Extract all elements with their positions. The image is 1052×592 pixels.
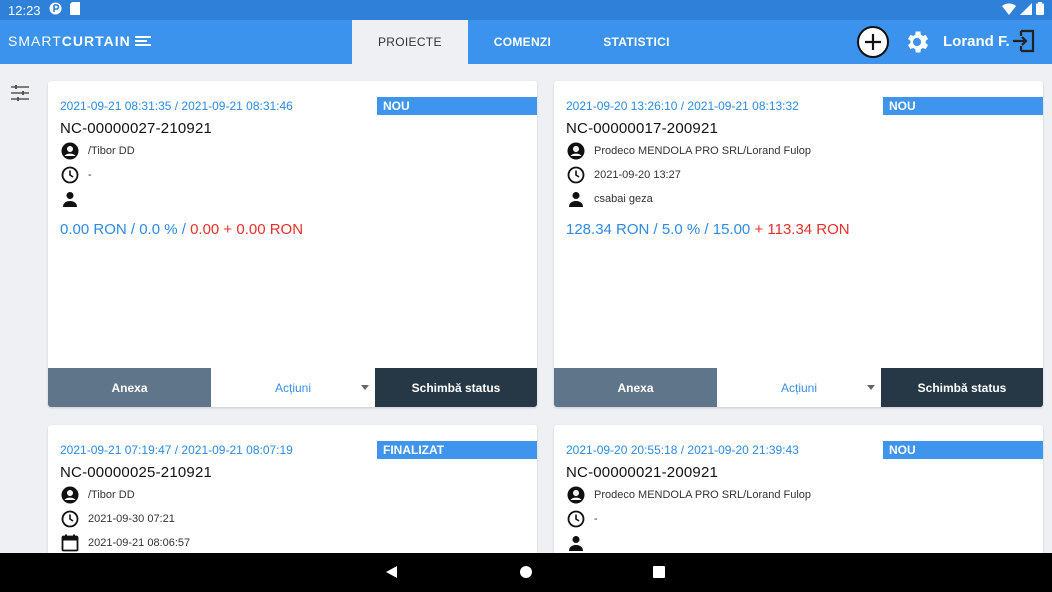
actiuni-dropdown[interactable]: Acțiuni <box>717 368 881 407</box>
add-button[interactable] <box>857 26 889 58</box>
calendar-value: 2021-09-21 08:06:57 <box>88 537 191 549</box>
person-icon <box>566 533 586 553</box>
time-row: - <box>566 509 598 529</box>
card-dates: 2021-09-21 07:19:47 / 2021-09-21 08:07:1… <box>60 443 293 457</box>
time-row: - <box>60 165 92 185</box>
calendar-icon <box>60 533 80 553</box>
time-row: 2021-09-30 07:21 <box>60 509 175 529</box>
project-card[interactable]: 2021-09-20 20:55:18 / 2021-09-20 21:39:4… <box>554 425 1043 565</box>
tab-comenzi[interactable]: COMENZI <box>468 20 577 64</box>
signal-icon <box>1020 2 1032 18</box>
clock-icon <box>60 165 80 185</box>
project-card[interactable]: 2021-09-20 13:26:10 / 2021-09-21 08:13:3… <box>554 81 1043 407</box>
status-badge: NOU <box>883 97 1043 115</box>
project-card[interactable]: 2021-09-21 07:19:47 / 2021-09-21 08:07:1… <box>48 425 537 565</box>
person-row <box>60 189 88 209</box>
tab-proiecte[interactable]: PROIECTE <box>352 20 468 64</box>
card-dates: 2021-09-20 20:55:18 / 2021-09-20 21:39:4… <box>566 443 799 457</box>
clock-icon <box>566 165 586 185</box>
account-circle-icon <box>60 141 80 161</box>
status-badge: FINALIZAT <box>377 441 537 459</box>
logo-bars-icon <box>134 36 151 46</box>
change-status-button[interactable]: Schimbă status <box>375 368 537 407</box>
logo-text-curtain: CURTAIN <box>61 33 131 49</box>
card-dates: 2021-09-20 13:26:10 / 2021-09-21 08:13:3… <box>566 99 799 113</box>
person-row <box>566 533 594 553</box>
client-row: Prodeco MENDOLA PRO SRL/Lorand Fulop <box>566 141 811 161</box>
account-circle-icon <box>566 485 586 505</box>
totals-extra: + 113.34 RON <box>750 221 850 238</box>
back-icon[interactable] <box>386 566 397 578</box>
logout-button[interactable] <box>1011 28 1037 54</box>
actiuni-label: Acțiuni <box>274 380 312 395</box>
card-totals: 128.34 RON / 5.0 % / 15.00 + 113.34 RON <box>566 221 850 238</box>
calendar-row: 2021-09-21 08:06:57 <box>60 533 190 553</box>
project-code: NC-00000021-200921 <box>566 464 719 481</box>
time-row: 2021-09-20 13:27 <box>566 165 681 185</box>
recent-apps-icon[interactable] <box>653 566 665 578</box>
time-value: - <box>88 169 92 181</box>
settings-button[interactable] <box>903 28 931 56</box>
totals-main: 128.34 RON / 5.0 % / 15.00 <box>566 221 751 238</box>
person-icon <box>566 189 586 209</box>
card-actions: Anexa Acțiuni Schimbă status <box>48 368 537 407</box>
card-dates: 2021-09-21 08:31:35 / 2021-09-21 08:31:4… <box>60 99 293 113</box>
app-logo: SMART CURTAIN <box>8 33 151 49</box>
client-name: /Tibor DD <box>88 489 135 501</box>
filter-button[interactable] <box>10 84 30 102</box>
dropdown-caret-icon <box>867 385 875 390</box>
project-card[interactable]: 2021-09-21 08:31:35 / 2021-09-21 08:31:4… <box>48 81 537 407</box>
user-name[interactable]: Lorand F. <box>943 33 1010 50</box>
tab-statistici[interactable]: STATISTICI <box>577 20 696 64</box>
person-name: csabai geza <box>594 193 653 205</box>
status-badge: NOU <box>377 97 537 115</box>
actiuni-label: Acțiuni <box>780 380 818 395</box>
time-value: 2021-09-30 07:21 <box>88 513 175 525</box>
main-tabs: PROIECTE COMENZI STATISTICI <box>352 20 696 64</box>
logout-icon <box>1013 29 1035 53</box>
client-name: /Tibor DD <box>88 145 135 157</box>
time-value: 2021-09-20 13:27 <box>594 169 681 181</box>
system-navigation-bar <box>0 553 1052 592</box>
gear-icon <box>908 31 929 53</box>
clock-icon <box>566 509 586 529</box>
change-status-button[interactable]: Schimbă status <box>881 368 1043 407</box>
status-badge: NOU <box>883 441 1043 459</box>
battery-icon <box>1036 2 1044 18</box>
tune-icon <box>11 85 29 101</box>
clock-icon <box>60 509 80 529</box>
account-circle-icon <box>566 141 586 161</box>
totals-extra: 0.00 + 0.00 RON <box>190 221 304 238</box>
person-icon <box>60 189 80 209</box>
anexa-button[interactable]: Anexa <box>554 368 717 407</box>
client-row: Prodeco MENDOLA PRO SRL/Lorand Fulop <box>566 485 811 505</box>
status-bar: 12:23 <box>0 0 1052 20</box>
plus-icon <box>865 34 881 50</box>
logo-text-smart: SMART <box>8 33 62 49</box>
project-code: NC-00000017-200921 <box>566 120 719 137</box>
client-name: Prodeco MENDOLA PRO SRL/Lorand Fulop <box>594 489 812 501</box>
card-actions: Anexa Acțiuni Schimbă status <box>554 368 1043 407</box>
wifi-icon <box>1002 2 1016 18</box>
sd-card-icon <box>69 2 80 18</box>
dropdown-caret-icon <box>361 385 369 390</box>
time-value: - <box>594 513 598 525</box>
person-row: csabai geza <box>566 189 653 209</box>
client-name: Prodeco MENDOLA PRO SRL/Lorand Fulop <box>594 145 812 157</box>
project-code: NC-00000027-210921 <box>60 120 213 137</box>
home-icon[interactable] <box>520 566 532 578</box>
clock: 12:23 <box>8 2 41 18</box>
actiuni-dropdown[interactable]: Acțiuni <box>211 368 375 407</box>
app-bar: SMART CURTAIN PROIECTE COMENZI STATISTICI… <box>0 20 1052 64</box>
project-code: NC-00000025-210921 <box>60 464 213 481</box>
app-notification-icon <box>49 2 62 18</box>
account-circle-icon <box>60 485 80 505</box>
client-row: /Tibor DD <box>60 141 135 161</box>
card-totals: 0.00 RON / 0.0 % / 0.00 + 0.00 RON <box>60 221 303 238</box>
anexa-button[interactable]: Anexa <box>48 368 211 407</box>
totals-main: 0.00 RON / 0.0 % / <box>60 221 191 238</box>
client-row: /Tibor DD <box>60 485 135 505</box>
